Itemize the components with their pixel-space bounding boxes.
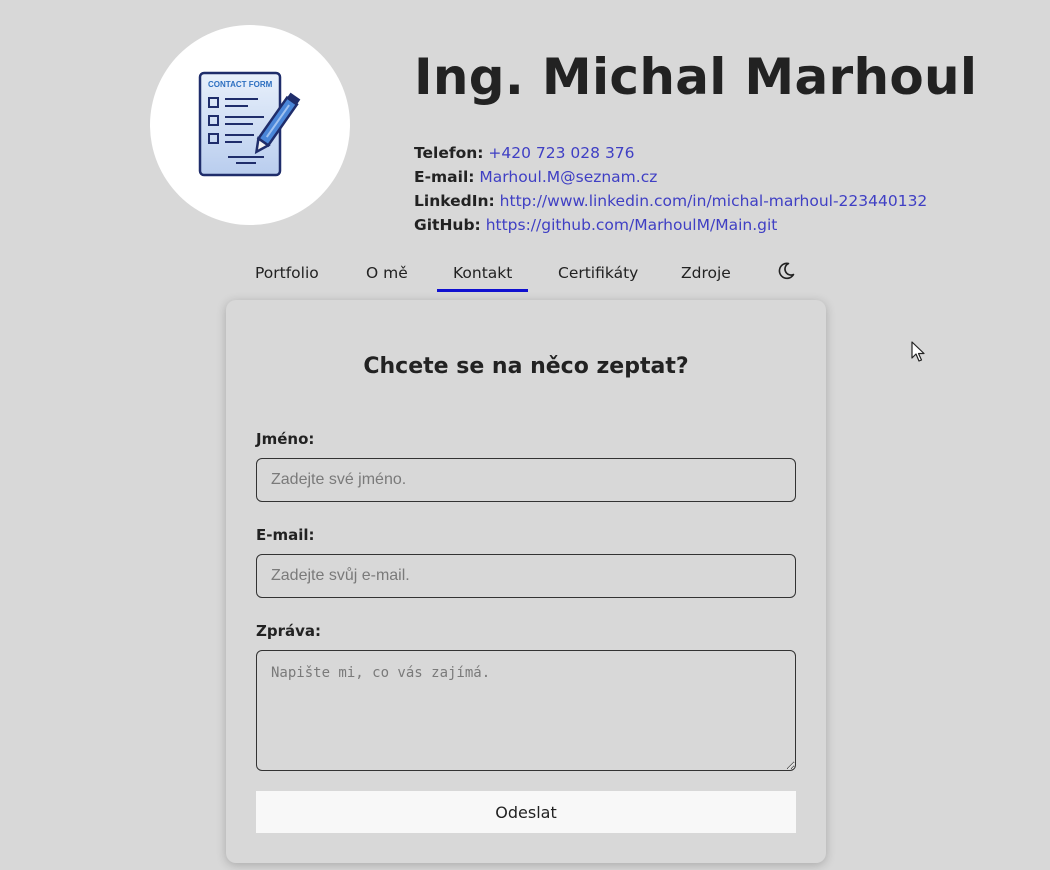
nav-item-certifikaty[interactable]: Certifikáty [542, 258, 654, 292]
github-label: GitHub: [414, 216, 481, 234]
page-title: Ing. Michal Marhoul [414, 48, 978, 106]
email-label: E-mail: [414, 168, 475, 186]
email-field-label: E-mail: [256, 526, 315, 544]
page: CONTACT FORM Ing. Michal Marhoul Telefon… [0, 0, 1050, 870]
contact-github: GitHub: https://github.com/MarhoulM/Main… [414, 213, 927, 237]
submit-button[interactable]: Odeslat [256, 791, 796, 833]
phone-link[interactable]: +420 723 028 376 [488, 144, 634, 162]
contact-form-icon: CONTACT FORM [198, 71, 301, 177]
contact-linkedin: LinkedIn: http://www.linkedin.com/in/mic… [414, 189, 927, 213]
contact-form-logo-text: CONTACT FORM [208, 80, 273, 89]
message-textarea[interactable] [256, 650, 796, 771]
linkedin-label: LinkedIn: [414, 192, 495, 210]
mouse-cursor-icon [911, 341, 925, 362]
name-input[interactable] [256, 458, 796, 502]
nav-item-kontakt[interactable]: Kontakt [437, 258, 529, 292]
nav-item-zdroje[interactable]: Zdroje [665, 258, 747, 292]
nav-item-portfolio[interactable]: Portfolio [239, 258, 335, 292]
avatar: CONTACT FORM [150, 25, 350, 225]
message-label: Zpráva: [256, 622, 322, 640]
nav-item-o-me[interactable]: O mě [350, 258, 424, 292]
form-title: Chcete se na něco zeptat? [363, 354, 689, 379]
phone-label: Telefon: [414, 144, 484, 162]
contact-list: Telefon: +420 723 028 376 E-mail: Marhou… [414, 141, 927, 237]
contact-email: E-mail: Marhoul.M@seznam.cz [414, 165, 927, 189]
theme-toggle-button[interactable] [776, 261, 796, 281]
github-link[interactable]: https://github.com/MarhoulM/Main.git [486, 216, 778, 234]
email-input[interactable] [256, 554, 796, 598]
contact-phone: Telefon: +420 723 028 376 [414, 141, 927, 165]
contact-form-card: Chcete se na něco zeptat? Jméno: E-mail:… [226, 300, 826, 863]
moon-icon [778, 262, 795, 280]
linkedin-link[interactable]: http://www.linkedin.com/in/michal-marhou… [500, 192, 928, 210]
name-label: Jméno: [256, 430, 315, 448]
email-link[interactable]: Marhoul.M@seznam.cz [479, 168, 657, 186]
